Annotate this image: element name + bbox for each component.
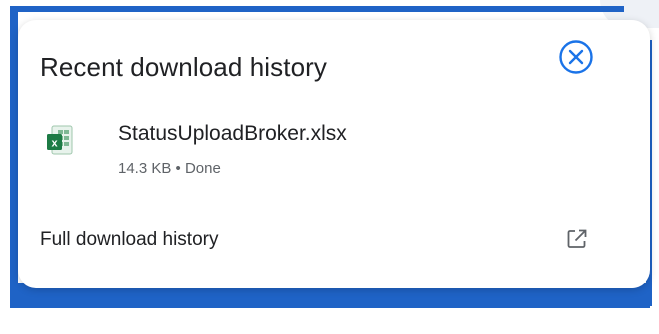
close-circle-icon: [559, 40, 593, 74]
download-file-meta: 14.3 KB • Done: [118, 160, 221, 177]
panel-title: Recent download history: [40, 52, 328, 82]
close-button[interactable]: [555, 36, 597, 78]
download-file-name: StatusUploadBroker.xlsx: [118, 122, 347, 145]
excel-file-icon: x: [47, 125, 73, 155]
screenshot-stage: Recent download history x StatusUploadBr…: [0, 0, 659, 334]
browser-frame-left: [10, 6, 18, 306]
full-download-history-link[interactable]: Full download history: [40, 229, 218, 251]
browser-frame-top: [10, 6, 624, 12]
open-in-new-icon[interactable]: [566, 228, 588, 250]
svg-text:x: x: [51, 138, 58, 150]
